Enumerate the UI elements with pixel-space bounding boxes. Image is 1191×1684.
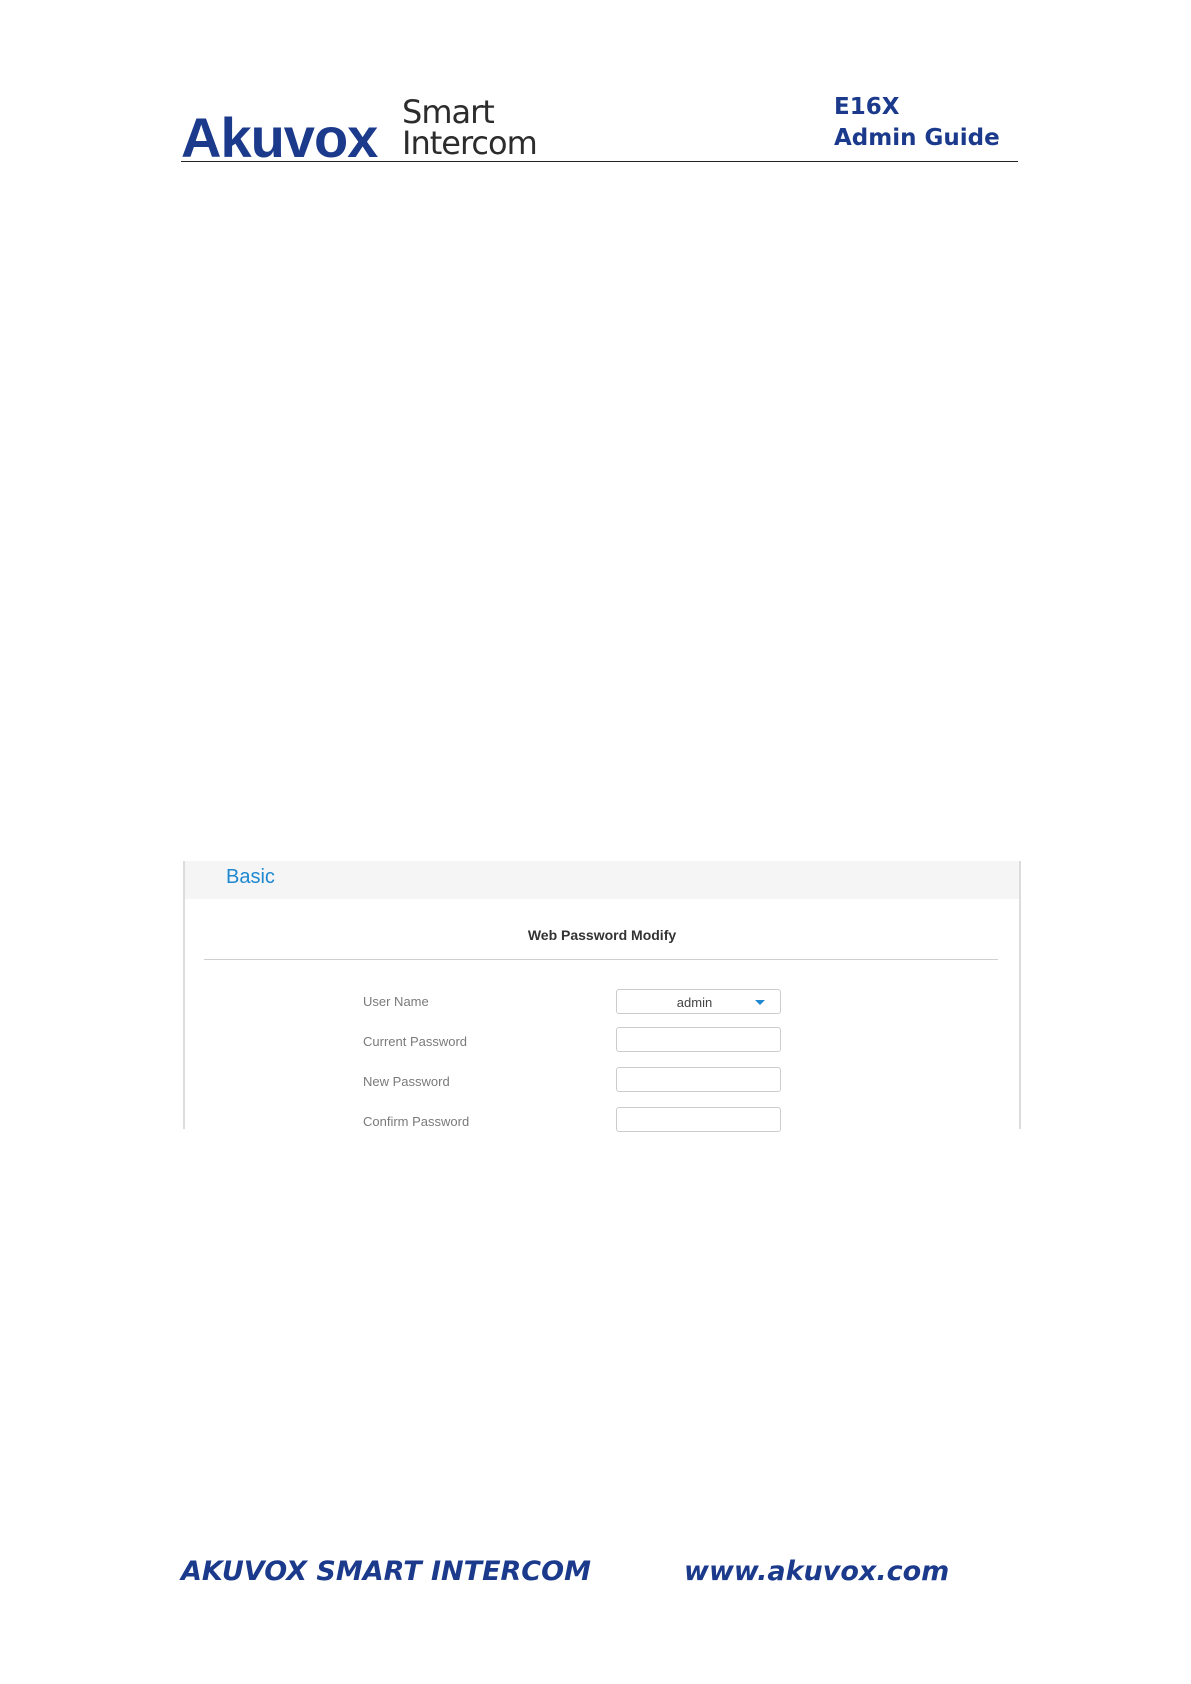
header-divider [181,161,1018,162]
user-name-value: admin [676,995,713,1010]
user-name-label: User Name [363,994,429,1009]
confirm-password-input[interactable] [616,1107,781,1132]
doc-model: E16X [834,94,900,120]
logo-brand: Akuvox [181,106,378,169]
current-password-label: Current Password [363,1034,468,1049]
current-password-input[interactable] [616,1027,781,1052]
doc-name: Admin Guide [834,125,1000,151]
section-title: Web Password Modify [527,927,677,943]
logo-tagline-intercom: Intercom [402,124,538,162]
new-password-label: New Password [363,1074,450,1089]
panel-header: Basic [185,861,1019,899]
section-divider [204,959,998,960]
footer-website-link[interactable]: www.akuvox.com [684,1556,949,1587]
user-name-select[interactable]: admin [616,989,781,1014]
footer-company: AKUVOX SMART INTERCOM [181,1556,591,1587]
panel-title: Basic [226,866,275,888]
confirm-password-label: Confirm Password [363,1114,470,1129]
akuvox-logo: Akuvox Smart Intercom [181,96,538,166]
document-title: E16X Admin Guide [834,92,1000,154]
web-password-panel: Basic Web Password Modify User Name admi… [183,861,1021,1132]
chevron-down-icon [755,1000,765,1005]
new-password-input[interactable] [616,1067,781,1092]
